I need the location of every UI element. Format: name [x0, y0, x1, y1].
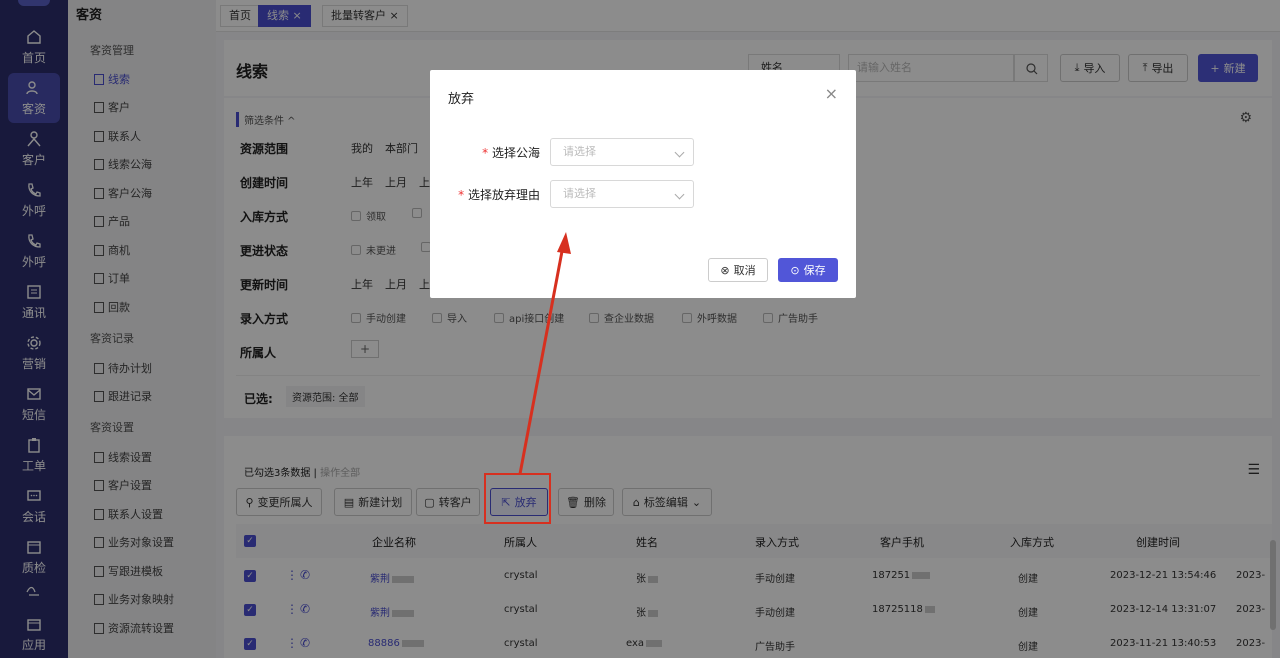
- arrow-head: [557, 232, 571, 254]
- arrow-shaft: [518, 245, 565, 475]
- annotation-arrow: [518, 232, 571, 475]
